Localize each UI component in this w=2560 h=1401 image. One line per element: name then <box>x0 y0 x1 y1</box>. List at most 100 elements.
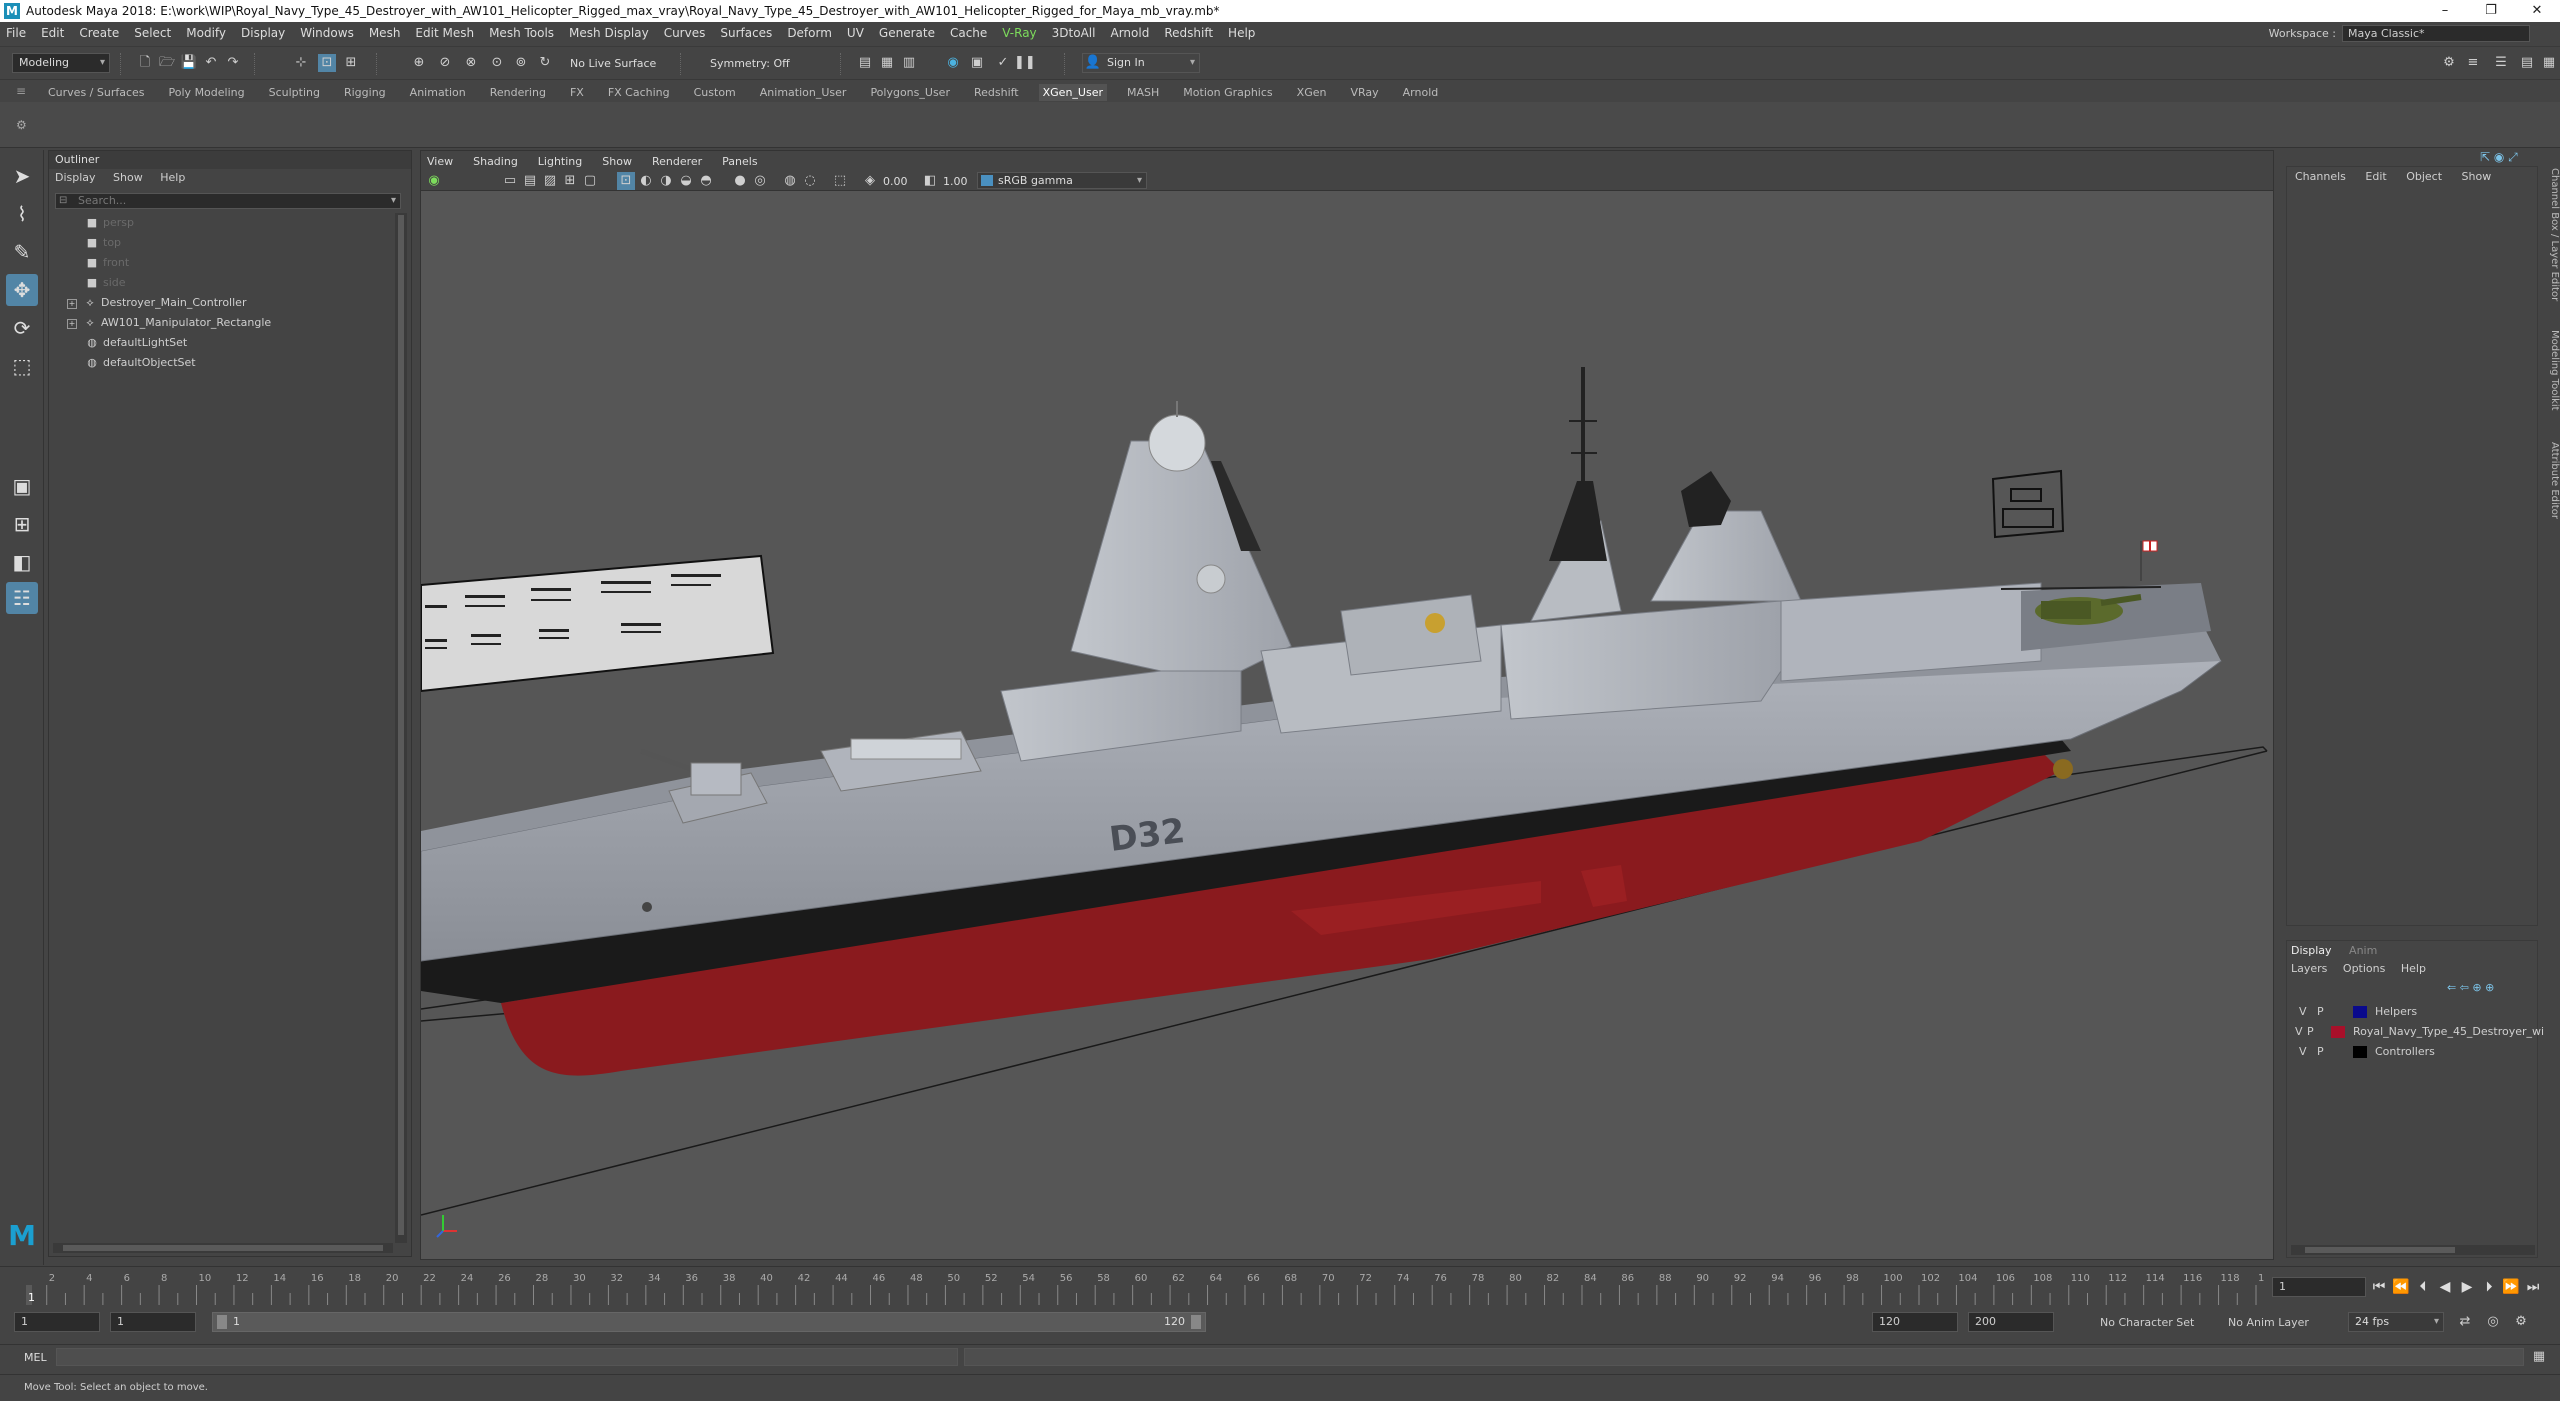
redo-icon[interactable]: ↷ <box>224 54 242 72</box>
snap-live-icon[interactable]: ⊚ <box>512 54 530 72</box>
layer-row-controllers[interactable]: V P Controllers <box>2291 1043 2535 1061</box>
ipr-render-icon[interactable]: ▥ <box>900 54 918 72</box>
go-to-end-icon[interactable]: ⏭ <box>2522 1279 2544 1295</box>
menu-display[interactable]: Display <box>241 26 285 40</box>
camera-select-icon[interactable]: ◉ <box>425 172 443 190</box>
grid-toggle-icon[interactable]: ⊞ <box>561 172 579 190</box>
tab-anim[interactable]: Anim <box>2349 944 2377 957</box>
minimize-button[interactable]: – <box>2422 0 2468 22</box>
render-sequence-icon[interactable]: ▦ <box>878 54 896 72</box>
shadows-icon[interactable]: ● <box>731 172 749 190</box>
wireframe-icon[interactable]: ⊡ <box>617 172 635 190</box>
edit-menu[interactable]: Edit <box>2365 170 2386 183</box>
menu-file[interactable]: File <box>6 26 26 40</box>
select-component-icon[interactable]: ⊞ <box>342 54 360 72</box>
render-frame-icon[interactable]: ▤ <box>856 54 874 72</box>
show-menu[interactable]: Show <box>2462 170 2492 183</box>
menu-curves[interactable]: Curves <box>664 26 706 40</box>
menu-edit[interactable]: Edit <box>41 26 64 40</box>
undo-icon[interactable]: ↶ <box>202 54 220 72</box>
channel-box-icon[interactable]: ▤ <box>2518 54 2536 72</box>
outliner-item-default-object-set[interactable]: ◍ defaultObjectSet <box>85 353 195 373</box>
new-scene-icon[interactable]: 🗋 <box>136 54 154 72</box>
persp-outliner-icon[interactable]: ◧ <box>6 546 38 578</box>
viewport-3d-scene[interactable]: D32 persp <box>421 191 2273 1259</box>
menu-help[interactable]: Help <box>1228 26 1255 40</box>
film-gate-icon[interactable]: ▢ <box>581 172 599 190</box>
layer-playback-toggle[interactable]: P <box>2317 1043 2324 1061</box>
smooth-shade-icon[interactable]: ◐ <box>637 172 655 190</box>
symmetry-dropdown[interactable]: Symmetry: Off <box>710 57 790 70</box>
layer-color-swatch[interactable] <box>2353 1046 2367 1058</box>
playback-end-field[interactable]: 120 <box>1872 1312 1958 1332</box>
outliner-horizontal-scrollbar[interactable] <box>53 1243 393 1253</box>
step-forward-frame-icon[interactable]: ⏵ <box>2478 1279 2500 1295</box>
vray-render-icon[interactable]: ✓ <box>994 54 1012 72</box>
outliner-item-front[interactable]: ■ front <box>85 253 129 273</box>
layer-visibility-toggle[interactable]: V <box>2295 1023 2303 1041</box>
outliner-item-side[interactable]: ■ side <box>85 273 126 293</box>
outliner-search-input[interactable]: Search... <box>55 193 401 209</box>
animation-end-field[interactable]: 200 <box>1968 1312 2054 1332</box>
shelf-tab[interactable]: FX <box>570 86 584 99</box>
viewport-menu-view[interactable]: View <box>427 155 453 168</box>
shelf-tab[interactable]: Redshift <box>974 86 1019 99</box>
save-scene-icon[interactable]: 💾 <box>180 54 198 72</box>
shelf-tab-active[interactable]: XGen_User <box>1038 83 1107 101</box>
shelf-tab[interactable]: Polygons_User <box>870 86 950 99</box>
character-set-dropdown[interactable]: No Character Set <box>2100 1316 2194 1329</box>
fps-dropdown[interactable]: 24 fps <box>2348 1312 2444 1332</box>
use-all-lights-icon[interactable]: ◓ <box>697 172 715 190</box>
camera-attributes-icon[interactable]: ▭ <box>501 172 519 190</box>
script-editor-icon[interactable]: ▦ <box>2530 1348 2548 1366</box>
hypershade-icon[interactable]: ▣ <box>968 54 986 72</box>
render-settings-icon[interactable]: ◉ <box>944 54 962 72</box>
paint-select-tool-icon[interactable]: ✎ <box>6 236 38 268</box>
viewport-menu-panels[interactable]: Panels <box>722 155 757 168</box>
ambient-occlusion-icon[interactable]: ◎ <box>751 172 769 190</box>
shelf-tab[interactable]: Sculpting <box>269 86 320 99</box>
menu-select[interactable]: Select <box>134 26 171 40</box>
viewport-menu-shading[interactable]: Shading <box>473 155 518 168</box>
image-plane-icon[interactable]: ▨ <box>541 172 559 190</box>
shelf-tab[interactable]: Motion Graphics <box>1183 86 1272 99</box>
playback-start-field[interactable]: 1 <box>110 1312 196 1332</box>
workspace-dropdown[interactable]: Maya Classic* <box>2342 25 2530 42</box>
menu-create[interactable]: Create <box>79 26 119 40</box>
current-frame-field[interactable]: 1 <box>2272 1277 2366 1297</box>
layer-editor-scrollbar[interactable] <box>2291 1245 2535 1255</box>
outliner-item-aw101-manipulator[interactable]: + ⟡ AW101_Manipulator_Rectangle <box>67 313 271 333</box>
layer-buttons-icon[interactable]: ⇐ ⇦ ⊕ ⊕ <box>2447 981 2494 994</box>
menu-deform[interactable]: Deform <box>787 26 832 40</box>
tab-display[interactable]: Display <box>2291 944 2332 957</box>
side-tab-channel-box[interactable]: Channel Box / Layer Editor <box>2544 160 2560 310</box>
outliner-item-destroyer-controller[interactable]: + ⟡ Destroyer_Main_Controller <box>67 293 246 313</box>
scale-tool-icon[interactable]: ⬚ <box>6 350 38 382</box>
playback-prefs-icon[interactable]: ⚙ <box>2512 1313 2530 1331</box>
xray-joints-icon[interactable]: ◌ <box>801 172 819 190</box>
layer-playback-toggle[interactable]: P <box>2317 1003 2324 1021</box>
expand-icon[interactable]: + <box>67 319 77 329</box>
shelf-menu-icon[interactable]: ≡ <box>16 84 28 100</box>
layer-visibility-toggle[interactable]: V <box>2299 1043 2307 1061</box>
shelf-tab[interactable]: Animation <box>410 86 466 99</box>
shelf-tab[interactable]: Rigging <box>344 86 386 99</box>
shelf-tab[interactable]: Curves / Surfaces <box>48 86 145 99</box>
outliner-layout-icon[interactable]: ☷ <box>6 582 38 614</box>
layer-row-helpers[interactable]: V P Helpers <box>2291 1003 2535 1021</box>
menu-edit-mesh[interactable]: Edit Mesh <box>415 26 474 40</box>
play-forwards-icon[interactable]: ▶ <box>2456 1279 2478 1295</box>
snap-view-plane-icon[interactable]: ⊙ <box>488 54 506 72</box>
menu-redshift[interactable]: Redshift <box>1164 26 1213 40</box>
menu-mesh[interactable]: Mesh <box>369 26 401 40</box>
step-back-key-icon[interactable]: ⏪ <box>2390 1279 2412 1295</box>
layer-playback-toggle[interactable]: P <box>2307 1023 2314 1041</box>
channels-menu[interactable]: Channels <box>2295 170 2346 183</box>
menu-uv[interactable]: UV <box>847 26 864 40</box>
expand-icon[interactable]: + <box>67 299 77 309</box>
snap-curve-icon[interactable]: ⊘ <box>436 54 454 72</box>
viewport-menu-lighting[interactable]: Lighting <box>538 155 582 168</box>
xray-icon[interactable]: ◍ <box>781 172 799 190</box>
layer-visibility-toggle[interactable]: V <box>2299 1003 2307 1021</box>
single-perspective-icon[interactable]: ▣ <box>6 470 38 502</box>
